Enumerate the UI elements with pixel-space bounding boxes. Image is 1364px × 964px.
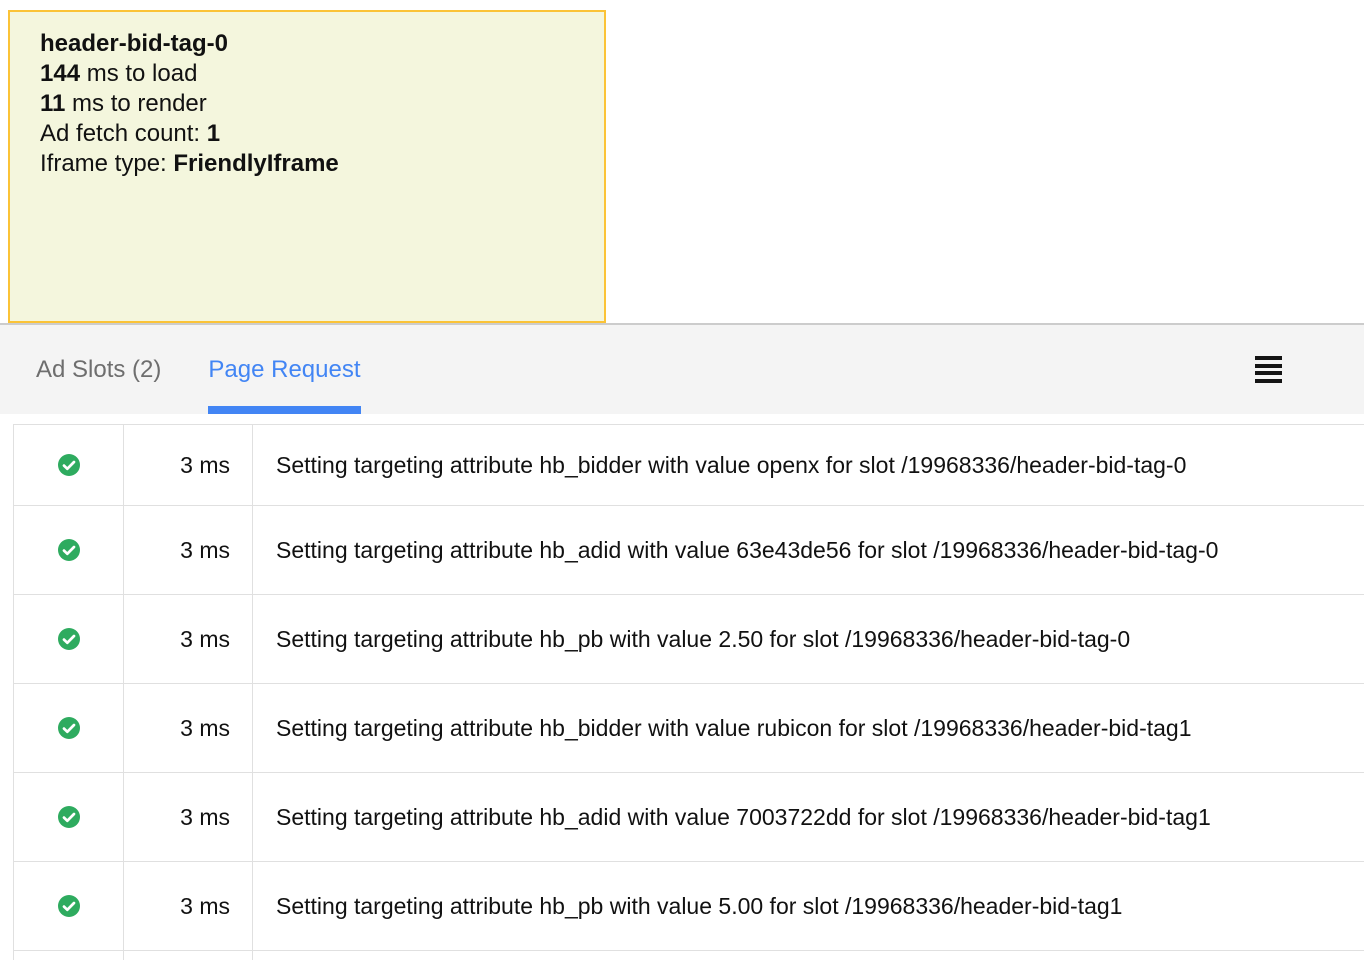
log-time: 3 ms [124,862,253,950]
status-cell [14,951,124,960]
table-row: 3 ms Setting targeting attribute hb_bidd… [14,684,1364,773]
table-row: 3 ms Setting targeting attribute hb_pb w… [14,595,1364,684]
success-check-icon [57,894,81,918]
success-check-icon [57,805,81,829]
log-message [253,951,1364,960]
log-message: Setting targeting attribute hb_bidder wi… [253,684,1364,772]
slot-info-box: header-bid-tag-0 144 ms to load 11 ms to… [8,10,606,323]
table-row: 3 ms Setting targeting attribute hb_pb w… [14,862,1364,951]
log-time [124,951,253,960]
slot-fetch-count: Ad fetch count: 1 [40,119,574,149]
slot-render-time: 11 ms to render [40,89,574,119]
success-check-icon [57,627,81,651]
tab-page-request-label: Page Request [208,356,360,384]
log-time: 3 ms [124,684,253,772]
active-tab-underline [208,406,360,414]
slot-iframe-type: Iframe type: FriendlyIframe [40,149,574,179]
status-cell [14,595,124,683]
log-message: Setting targeting attribute hb_pb with v… [253,595,1364,683]
status-cell [14,684,124,772]
status-cell [14,506,124,594]
log-message: Setting targeting attribute hb_adid with… [253,506,1364,594]
slot-title: header-bid-tag-0 [40,29,574,59]
status-cell [14,862,124,950]
status-cell [14,425,124,505]
table-row: 3 ms Setting targeting attribute hb_bidd… [14,425,1364,506]
log-message: Setting targeting attribute hb_adid with… [253,773,1364,861]
table-row: 3 ms Setting targeting attribute hb_adid… [14,506,1364,595]
list-menu-icon[interactable] [1255,356,1282,383]
tab-page-request[interactable]: Page Request [208,325,360,414]
tab-ad-slots[interactable]: Ad Slots (2) [36,325,161,414]
console-tab-bar: Ad Slots (2) Page Request [0,325,1364,414]
status-cell [14,773,124,861]
table-row-partial [14,951,1364,960]
log-time: 3 ms [124,773,253,861]
log-time: 3 ms [124,425,253,505]
log-message: Setting targeting attribute hb_pb with v… [253,862,1364,950]
log-time: 3 ms [124,506,253,594]
page-request-log: 3 ms Setting targeting attribute hb_bidd… [13,424,1364,960]
success-check-icon [57,716,81,740]
success-check-icon [57,538,81,562]
tab-ad-slots-label: Ad Slots (2) [36,356,161,384]
log-message: Setting targeting attribute hb_bidder wi… [253,425,1364,505]
log-time: 3 ms [124,595,253,683]
table-row: 3 ms Setting targeting attribute hb_adid… [14,773,1364,862]
slot-load-time: 144 ms to load [40,59,574,89]
success-check-icon [57,453,81,477]
